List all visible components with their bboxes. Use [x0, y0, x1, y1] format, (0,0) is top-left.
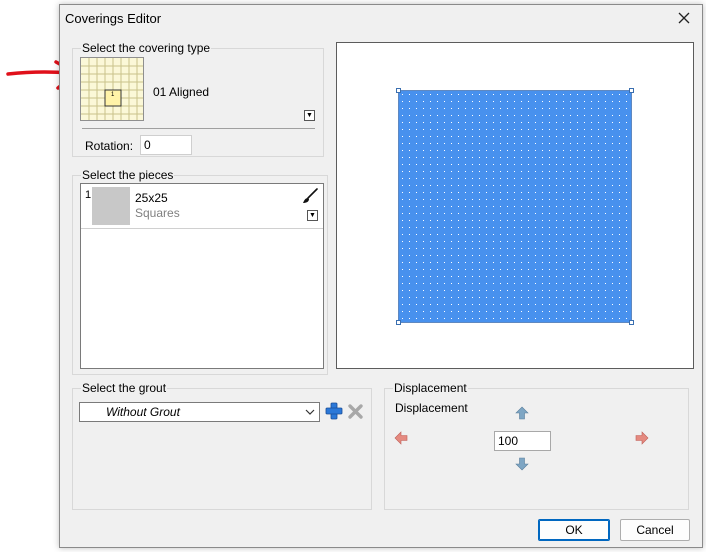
- arrow-right-icon[interactable]: [635, 431, 649, 445]
- resize-handle[interactable]: [629, 88, 634, 93]
- piece-number: 1: [85, 189, 92, 201]
- resize-handle[interactable]: [396, 320, 401, 325]
- pieces-list: 1 25x25 Squares ▼: [80, 183, 324, 369]
- add-grout-icon[interactable]: [325, 402, 343, 420]
- rotation-label: Rotation:: [85, 139, 134, 153]
- displacement-group-label: Displacement: [393, 381, 468, 395]
- covering-type-group-label: Select the covering type: [81, 41, 212, 55]
- arrow-up-icon[interactable]: [515, 406, 529, 420]
- resize-handle[interactable]: [396, 88, 401, 93]
- thumbnail-tile-number: 1: [111, 92, 115, 98]
- resize-handle[interactable]: [629, 320, 634, 325]
- title-bar: Coverings Editor: [60, 5, 702, 31]
- grout-group-label: Select the grout: [81, 381, 168, 395]
- piece-name: 25x25: [135, 191, 168, 205]
- piece-swatch: [92, 187, 130, 225]
- arrow-left-icon[interactable]: [394, 431, 408, 445]
- divider: [82, 128, 315, 129]
- delete-grout-icon[interactable]: [347, 403, 364, 420]
- pieces-group-label: Select the pieces: [81, 168, 175, 182]
- rotation-input[interactable]: [140, 135, 192, 155]
- displacement-label: Displacement: [395, 401, 468, 415]
- piece-options-dropdown[interactable]: ▼: [307, 210, 318, 221]
- piece-type: Squares: [135, 206, 180, 220]
- grout-selected-value: Without Grout: [106, 405, 180, 419]
- chevron-down-icon: ▼: [306, 112, 313, 119]
- window-title: Coverings Editor: [65, 11, 162, 26]
- chevron-down-icon: ▼: [309, 212, 316, 219]
- aligned-pattern-icon: [81, 58, 143, 120]
- ok-button[interactable]: OK: [538, 519, 610, 541]
- displacement-input[interactable]: [494, 431, 551, 451]
- paintbrush-icon[interactable]: [302, 188, 318, 204]
- preview-covered-area: [398, 90, 632, 323]
- covering-type-name: 01 Aligned: [153, 85, 210, 99]
- cancel-button[interactable]: Cancel: [620, 519, 690, 541]
- coverings-editor-dialog: Coverings Editor Select the covering typ…: [59, 4, 703, 548]
- covering-preview[interactable]: [336, 42, 694, 369]
- grid-dots: [399, 91, 631, 322]
- chevron-down-icon: [305, 409, 315, 415]
- arrow-down-icon[interactable]: [515, 457, 529, 471]
- close-icon: [678, 12, 690, 24]
- covering-type-dropdown[interactable]: ▼: [304, 110, 315, 121]
- covering-type-thumbnail[interactable]: 1: [80, 57, 144, 121]
- grout-select[interactable]: Without Grout: [79, 402, 320, 422]
- list-item[interactable]: 1 25x25 Squares ▼: [81, 184, 323, 229]
- close-button[interactable]: [674, 8, 694, 28]
